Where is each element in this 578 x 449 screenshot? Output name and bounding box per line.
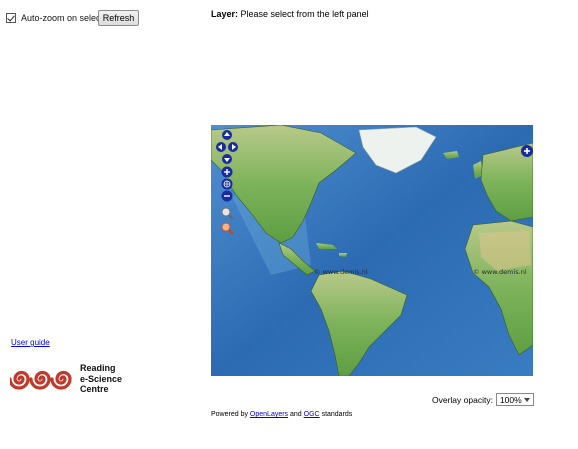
autozoom-label: Auto-zoom on select [21,13,104,23]
zoom-box-out-icon [221,222,234,235]
logo-line-1: Reading [80,363,116,373]
logo-line-2: e-Science [80,373,123,384]
user-guide-link[interactable]: User guide [11,338,50,347]
map-watermark-1: © www.demis.nl [314,268,368,276]
powered-by: Powered by OpenLayers and OGC standards [211,411,352,418]
world-map: © www.demis.nl © www.demis.nl [211,125,533,376]
overlay-opacity-row: Overlay opacity: 100% [432,393,534,406]
zoom-tools[interactable] [221,207,235,237]
opacity-select[interactable]: 100% [495,393,534,406]
logo-line-3: Centre [80,384,109,394]
zoom-box-in-icon [221,207,234,220]
zoom-control[interactable] [221,166,233,202]
layer-status: Layer: Please select from the left panel [211,9,369,19]
autozoom-checkbox[interactable] [6,13,16,23]
reading-escience-logo[interactable]: Reading e-Science Centre [8,361,135,397]
ogc-link[interactable]: OGC [304,411,320,418]
map-watermark-2: © www.demis.nl [473,268,527,276]
autozoom-row: Auto-zoom on select [6,9,103,27]
map-viewport[interactable]: © www.demis.nl © www.demis.nl [211,125,533,376]
layer-switcher-icon[interactable] [521,145,533,157]
powered-suffix: standards [321,411,353,418]
left-panel: Auto-zoom on select Refresh User guide R… [0,0,205,449]
logo-text: Reading e-Science Centre [80,363,122,395]
logo-spiral-icon [8,370,72,390]
powered-and: and [290,411,302,418]
refresh-button[interactable]: Refresh [98,10,139,26]
opacity-value: 100% [499,394,522,405]
pan-control[interactable] [216,130,238,164]
powered-prefix: Powered by [211,411,248,418]
chevron-down-icon [523,397,530,402]
opacity-label: Overlay opacity: [432,394,493,405]
openlayers-link[interactable]: OpenLayers [250,411,288,418]
layer-label: Layer: [211,9,239,19]
layer-value: Please select from the left panel [240,9,369,19]
